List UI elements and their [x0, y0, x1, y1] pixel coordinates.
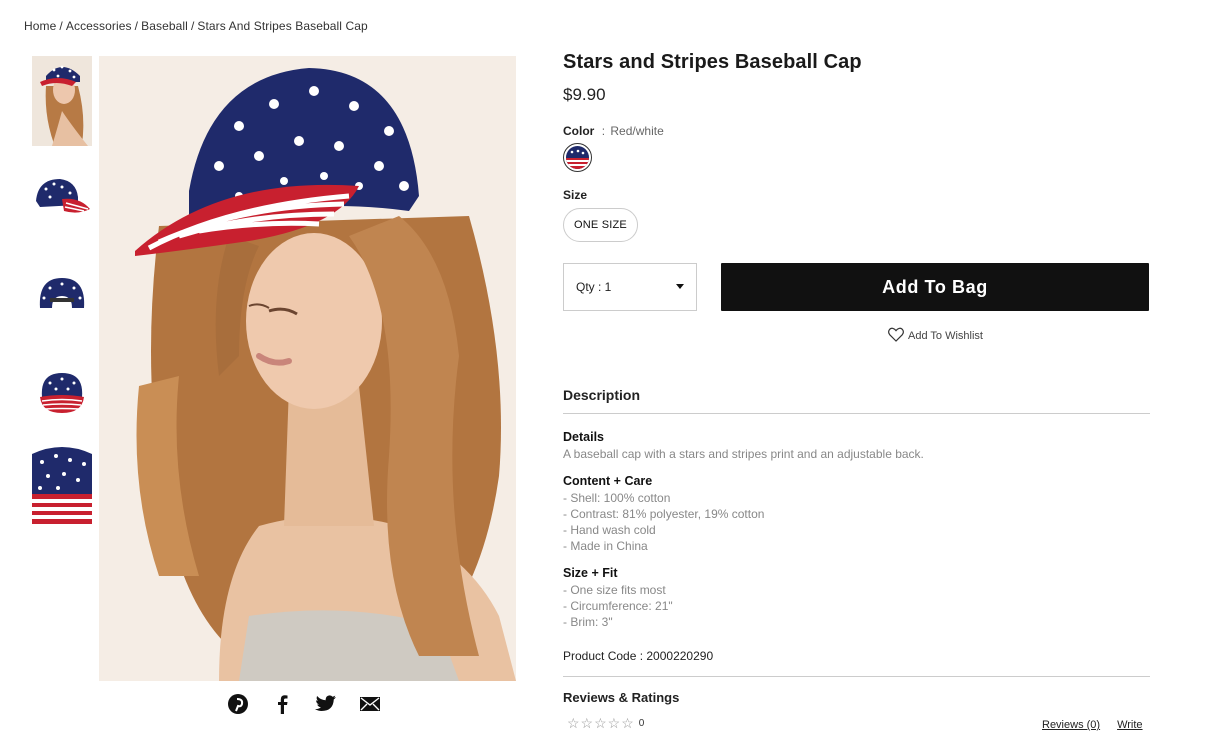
reviews-link[interactable]: Reviews (0): [1042, 719, 1100, 731]
thumbnail-front[interactable]: [32, 347, 92, 437]
facebook-icon[interactable]: [270, 693, 294, 715]
color-label: Color: [563, 124, 595, 138]
product-code: Product Code : 2000220290: [563, 649, 714, 663]
add-to-wishlist-link[interactable]: Add To Wishlist: [888, 327, 983, 345]
size-option-one-size[interactable]: ONE SIZE: [563, 208, 638, 242]
size-label: Size: [563, 188, 588, 202]
breadcrumb-home[interactable]: Home: [24, 19, 56, 33]
details-section: Details A baseball cap with a stars and …: [563, 430, 1150, 462]
swatch-flag-icon: [566, 146, 589, 169]
color-swatch[interactable]: [563, 143, 592, 172]
product-details: Stars and Stripes Baseball Cap $9.90 Col…: [563, 50, 1150, 731]
pinterest-icon[interactable]: [226, 693, 250, 715]
thumbnail-list: [32, 56, 92, 534]
breadcrumb: Home / Accessories / Baseball / Stars And Stri…: [24, 19, 368, 33]
care-title: Content + Care: [563, 474, 653, 488]
star-rating[interactable]: ☆☆☆☆☆ 0: [567, 715, 645, 732]
review-links: Reviews (0) Write: [1042, 719, 1143, 731]
product-price: $9.90: [563, 85, 606, 104]
care-item: - Contrast: 81% polyester, 19% cotton: [563, 507, 765, 521]
share-bar: [226, 693, 382, 715]
reviews-heading[interactable]: Reviews & Ratings: [563, 676, 1150, 705]
details-text: A baseball cap with a stars and stripes …: [563, 447, 924, 461]
star-icons: ☆☆☆☆☆: [567, 715, 635, 731]
thumbnail-model[interactable]: [32, 56, 92, 146]
fit-title: Size + Fit: [563, 566, 618, 580]
fit-item: - Brim: 3": [563, 615, 613, 629]
wishlist-label: Add To Wishlist: [908, 330, 983, 342]
product-title: Stars and Stripes Baseball Cap: [563, 51, 862, 73]
fit-section: Size + Fit - One size fits most - Circum…: [563, 566, 1150, 630]
thumbnail-back[interactable]: [32, 250, 92, 340]
caret-down-icon: [676, 284, 684, 289]
quantity-label: Qty : 1: [576, 280, 612, 294]
breadcrumb-separator: /: [59, 19, 63, 33]
twitter-icon[interactable]: [314, 693, 338, 715]
heart-icon: [888, 327, 904, 345]
color-separator: :: [601, 124, 606, 138]
thumbnail-closeup[interactable]: [32, 444, 92, 527]
color-value: Red/white: [610, 124, 664, 138]
add-to-bag-button[interactable]: Add To Bag: [721, 263, 1149, 311]
care-item: - Made in China: [563, 539, 648, 553]
email-icon[interactable]: [358, 693, 382, 715]
color-row: Color : Red/white: [563, 124, 1150, 138]
review-count: 0: [638, 718, 646, 729]
quantity-select[interactable]: Qty : 1: [563, 263, 697, 311]
fit-item: - Circumference: 21": [563, 599, 673, 613]
main-product-image[interactable]: [99, 56, 516, 681]
breadcrumb-separator: /: [190, 19, 195, 33]
description-heading[interactable]: Description: [563, 387, 1150, 414]
fit-item: - One size fits most: [563, 583, 666, 597]
thumbnail-side[interactable]: [32, 153, 92, 243]
care-item: - Shell: 100% cotton: [563, 491, 671, 505]
breadcrumb-separator: /: [134, 19, 139, 33]
care-item: - Hand wash cold: [563, 523, 656, 537]
breadcrumb-current[interactable]: Stars And Stripes Baseball Cap: [197, 19, 367, 33]
care-section: Content + Care - Shell: 100% cotton - Co…: [563, 474, 1150, 554]
buy-row: Qty : 1 Add To Bag: [563, 263, 1150, 311]
write-review-link[interactable]: Write: [1117, 719, 1142, 731]
details-title: Details: [563, 430, 604, 444]
breadcrumb-accessories[interactable]: Accessories: [66, 19, 132, 33]
breadcrumb-baseball[interactable]: Baseball: [141, 19, 188, 33]
